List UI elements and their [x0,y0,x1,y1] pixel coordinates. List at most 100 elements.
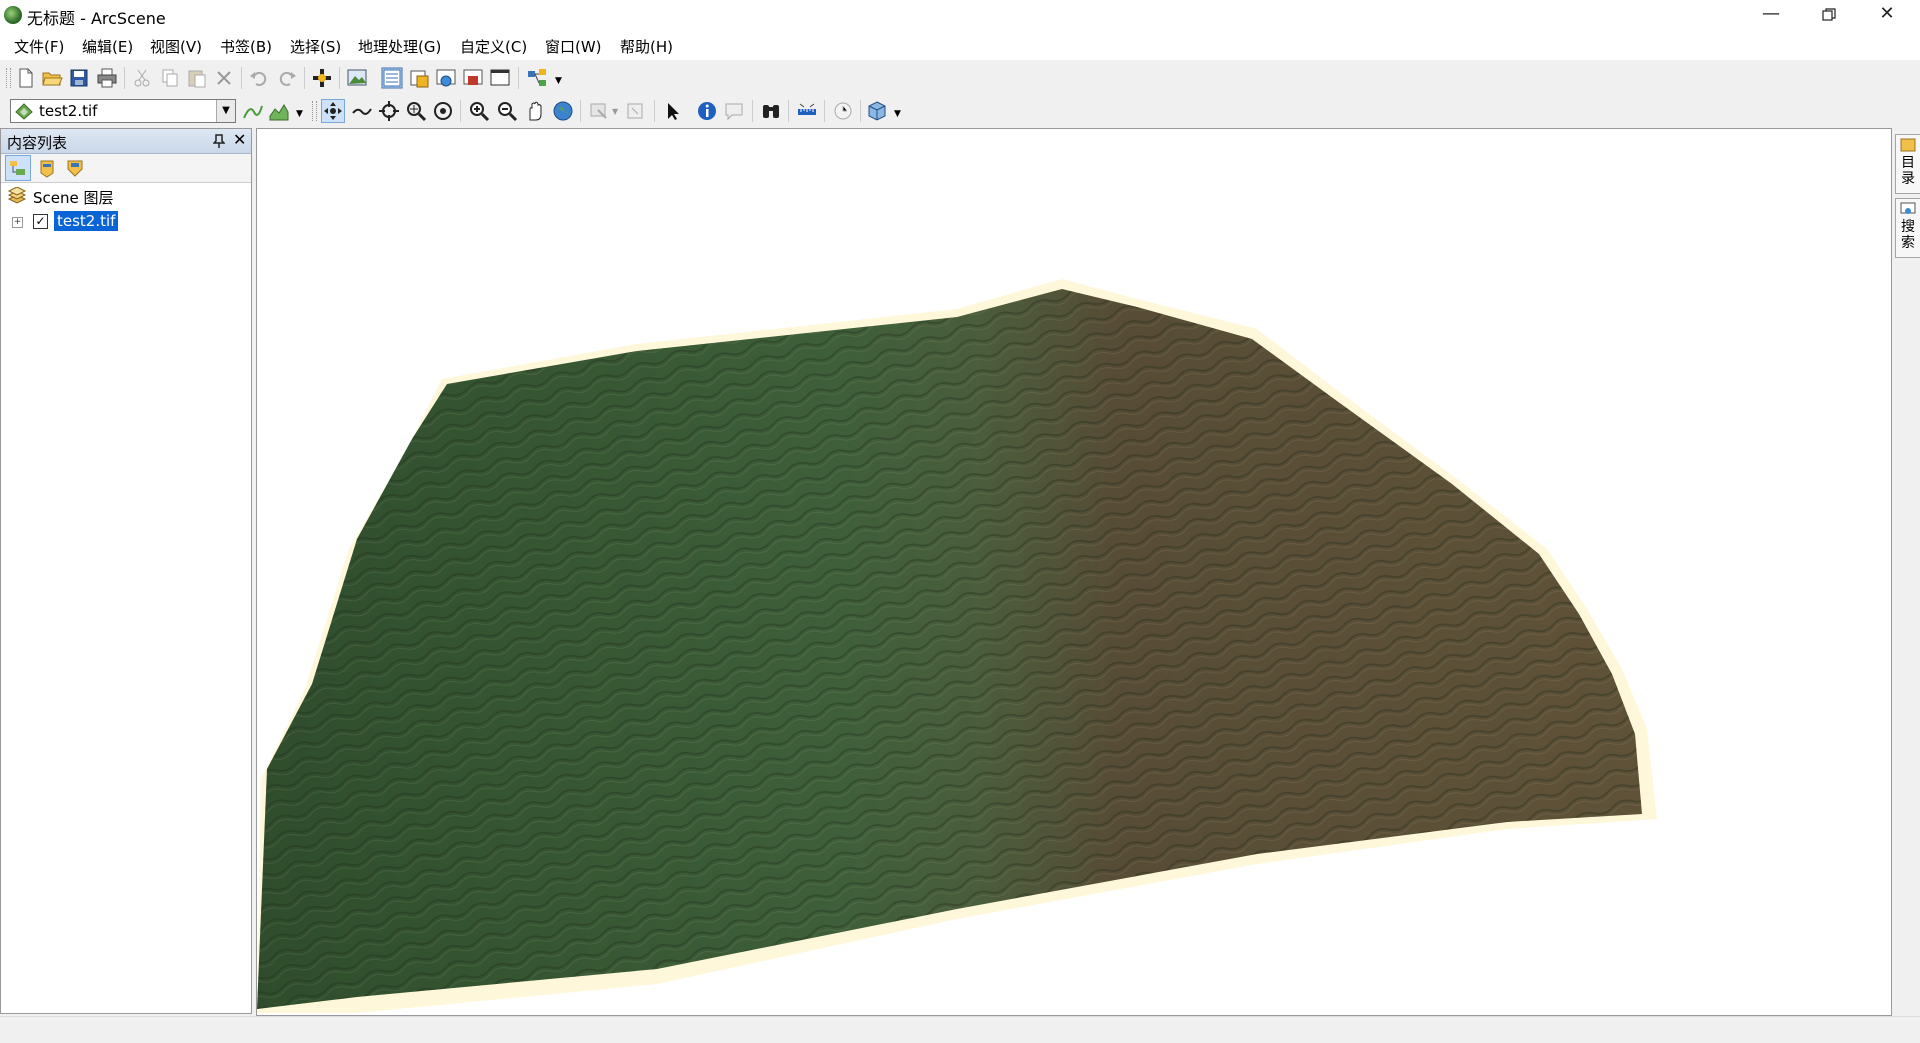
redo-icon[interactable] [276,67,298,89]
find-binoculars-icon[interactable] [760,100,782,122]
menu-view[interactable]: 视图(V) [150,36,202,57]
status-bar [0,1016,1920,1043]
toc-view-buttons [1,154,251,183]
layers-stack-icon [7,187,27,204]
copy-icon[interactable] [159,67,181,89]
menu-bar: 文件(F) 编辑(E) 视图(V) 书签(B) 选择(S) 地理处理(G) 自定… [0,30,1920,60]
toc-window-icon[interactable] [381,67,403,89]
pin-icon[interactable] [213,134,225,148]
toolbar-separator [339,67,340,89]
identify-info-icon[interactable] [696,100,718,122]
scene-properties-icon[interactable] [346,67,368,89]
list-by-visibility-icon[interactable] [63,156,87,180]
arcscene-globe-icon [4,6,22,24]
menu-customize[interactable]: 自定义(C) [460,36,527,57]
html-popup-icon[interactable] [723,100,745,122]
restore-icon [1822,8,1836,21]
window-title: 无标题 - ArcScene [27,9,166,28]
layer-visibility-checkbox[interactable]: ✓ [33,214,48,229]
restore-button[interactable] [1800,0,1858,30]
zoom-in-icon[interactable] [468,100,490,122]
undo-icon[interactable] [248,67,270,89]
time-slider-icon[interactable] [832,100,854,122]
select-features-icon[interactable] [588,100,610,122]
toolbar-separator [241,67,242,89]
list-by-source-icon[interactable] [35,156,59,180]
toolbar-separator [752,100,753,122]
standard-toolbar: ▼ [0,62,1920,94]
table-of-contents-panel: 内容列表 ✕ Scene 图层 + ✓ test2.tif [0,128,252,1014]
catalog-tab-label: 目录 [1901,155,1915,187]
pan-hand-icon[interactable] [524,100,546,122]
toolbar-separator [460,100,461,122]
delete-icon[interactable] [213,67,235,89]
close-button[interactable]: ✕ [1858,0,1916,30]
search-dock-tab[interactable]: 搜索 [1895,198,1920,258]
right-dock: 目录 搜索 [1894,128,1920,1014]
zoom-out-icon[interactable] [496,100,518,122]
expand-plus-icon[interactable]: + [12,217,23,228]
catalog-window-icon[interactable] [435,67,457,89]
python-window-icon[interactable] [489,67,511,89]
list-by-drawing-order-icon[interactable] [5,155,31,181]
scene-3d-view[interactable] [256,128,1892,1016]
menu-file[interactable]: 文件(F) [14,36,64,57]
menu-selection[interactable]: 选择(S) [290,36,341,57]
chevron-down-icon[interactable]: ▼ [612,107,618,116]
toolbar-overflow-chevron[interactable]: ▼ [555,76,562,86]
chevron-down-icon[interactable]: ▼ [216,100,235,122]
title-bar: 无标题 - ArcScene — ✕ [0,0,1920,30]
arctoolbox-icon[interactable] [408,67,430,89]
toolbar-overflow-chevron[interactable]: ▼ [296,109,303,119]
menu-bookmarks[interactable]: 书签(B) [220,36,272,57]
fly-tool-icon[interactable] [351,100,373,122]
new-document-icon[interactable] [15,67,37,89]
tools-toolbar: test2.tif ▼ ▼ ▼ ▼ [0,95,1920,127]
catalog-dock-tab[interactable]: 目录 [1895,134,1920,194]
catalog-icon [1900,138,1916,152]
clear-selection-icon[interactable] [624,100,646,122]
measure-icon[interactable] [796,100,818,122]
toolbar-separator [580,100,581,122]
toolbar-separator [860,100,861,122]
open-folder-icon[interactable] [41,67,63,89]
model-builder-icon[interactable] [526,67,548,89]
menu-geoprocessing[interactable]: 地理处理(G) [358,36,441,57]
scene-layers-group[interactable]: Scene 图层 [1,184,251,210]
save-icon[interactable] [68,67,90,89]
toolbar-separator [824,100,825,122]
search-tab-label: 搜索 [1901,219,1915,251]
menu-windows[interactable]: 窗口(W) [545,36,602,57]
select-elements-arrow-icon[interactable] [662,100,684,122]
scene-layers-label: Scene 图层 [33,189,114,207]
toc-title: 内容列表 [7,134,68,152]
layer-name-selected[interactable]: test2.tif [54,211,119,231]
menu-help[interactable]: 帮助(H) [620,36,673,57]
toc-tree: Scene 图层 + ✓ test2.tif [1,184,251,236]
toolbar-grip[interactable] [6,68,11,88]
toolbar-overflow-chevron[interactable]: ▼ [894,109,901,119]
minimize-button[interactable]: — [1742,0,1800,30]
terrain-surface[interactable] [257,129,1891,1015]
add-data-icon[interactable] [311,67,333,89]
target-layer-value: test2.tif [39,102,98,120]
set-observer-icon[interactable] [432,100,454,122]
target-center-icon[interactable] [378,100,400,122]
toolbar-grip[interactable] [312,101,317,121]
toolbar-separator [654,100,655,122]
close-panel-icon[interactable]: ✕ [233,130,246,149]
full-extent-globe-icon[interactable] [552,100,574,122]
menu-edit[interactable]: 编辑(E) [82,36,133,57]
target-layer-dropdown[interactable]: test2.tif ▼ [10,99,236,123]
profile-graph-icon[interactable] [268,100,290,122]
navigate-tool-icon[interactable] [321,99,345,123]
cut-icon[interactable] [131,67,153,89]
interpolate-line-icon[interactable] [242,100,264,122]
3d-effects-cube-icon[interactable] [866,100,888,122]
toc-layer-row[interactable]: + ✓ test2.tif [1,210,251,236]
raster-layer-icon [15,103,33,120]
paste-icon[interactable] [186,67,208,89]
animation-window-icon[interactable] [462,67,484,89]
print-icon[interactable] [96,67,118,89]
zoom-to-target-icon[interactable] [405,100,427,122]
